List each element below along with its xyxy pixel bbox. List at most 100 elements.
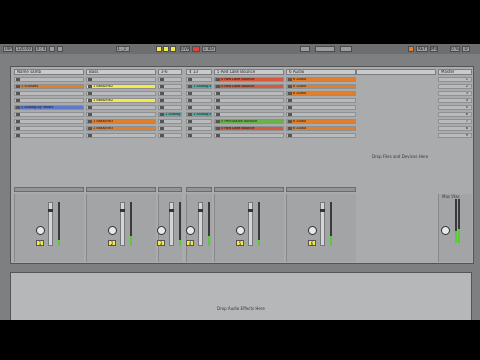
- clip-launch-icon[interactable]: [216, 92, 220, 95]
- clip-launch-icon[interactable]: [288, 106, 292, 109]
- clip-stop-button[interactable]: [186, 187, 212, 192]
- clip-launch-icon[interactable]: [16, 92, 20, 95]
- clip-launch-icon[interactable]: [288, 99, 292, 102]
- clip-slot[interactable]: 3 Analog by Yardis: [14, 105, 84, 110]
- clip-launch-icon[interactable]: [16, 120, 20, 123]
- clip-launch-icon[interactable]: [216, 120, 220, 123]
- key-button[interactable]: KEY: [416, 46, 428, 52]
- clip-launch-icon[interactable]: [188, 78, 192, 81]
- clip-slot[interactable]: 1 Analog Bass: [158, 112, 182, 117]
- pan-knob[interactable]: [236, 226, 245, 235]
- clip-launch-icon[interactable]: [160, 120, 164, 123]
- clip-launch-icon[interactable]: [88, 134, 92, 137]
- clip-slot[interactable]: [14, 91, 84, 96]
- quantize-button[interactable]: [57, 46, 63, 52]
- clip-slot[interactable]: [86, 91, 156, 96]
- clip-launch-icon[interactable]: [216, 99, 220, 102]
- scene-launch[interactable]: 8: [438, 126, 472, 131]
- clip-slot[interactable]: 5 Red Lake Bounce: [214, 84, 284, 89]
- clip-slot[interactable]: [186, 119, 212, 124]
- clip-slot[interactable]: [214, 112, 284, 117]
- clip-launch-icon[interactable]: [88, 99, 92, 102]
- time-signature[interactable]: 4 / 4: [35, 46, 47, 52]
- clip-slot[interactable]: [214, 133, 284, 138]
- clip-slot[interactable]: [14, 133, 84, 138]
- clip-slot[interactable]: [86, 112, 156, 117]
- volume-fader[interactable]: [169, 202, 174, 246]
- clip-launch-icon[interactable]: [160, 127, 164, 130]
- clip-launch-icon[interactable]: [88, 106, 92, 109]
- play-button[interactable]: [156, 46, 162, 52]
- clip-slot[interactable]: [186, 133, 212, 138]
- clip-slot[interactable]: [186, 126, 212, 131]
- clip-launch-icon[interactable]: [188, 134, 192, 137]
- clip-slot[interactable]: [14, 98, 84, 103]
- clip-launch-icon[interactable]: [216, 134, 220, 137]
- loop-position[interactable]: [315, 46, 335, 52]
- clip-launch-icon[interactable]: [16, 99, 20, 102]
- clip-launch-icon[interactable]: [216, 113, 220, 116]
- track-activator[interactable]: 5: [236, 240, 244, 246]
- clip-slot[interactable]: [158, 105, 182, 110]
- track-header-5[interactable]: 5 Red Lake Bounce: [214, 69, 284, 75]
- clip-launch-icon[interactable]: [216, 106, 220, 109]
- pan-knob[interactable]: [308, 226, 317, 235]
- master-volume-knob[interactable]: [441, 226, 450, 235]
- clip-slot[interactable]: 6 Audio: [286, 126, 356, 131]
- clip-slot[interactable]: [186, 77, 212, 82]
- bar-setting[interactable]: 1 Bar: [202, 46, 216, 52]
- clip-launch-icon[interactable]: [188, 85, 192, 88]
- clip-slot[interactable]: [214, 105, 284, 110]
- clip-launch-icon[interactable]: [288, 127, 292, 130]
- clip-launch-icon[interactable]: [288, 120, 292, 123]
- scene-launch[interactable]: 3: [438, 91, 472, 96]
- drop-files-area[interactable]: Drop Files and Devices Here: [372, 154, 428, 159]
- clip-slot[interactable]: [186, 98, 212, 103]
- track-header-3[interactable]: 3-6: [158, 69, 182, 75]
- clip-launch-icon[interactable]: [288, 134, 292, 137]
- clip-slot[interactable]: [158, 133, 182, 138]
- clip-launch-icon[interactable]: [216, 127, 220, 130]
- clip-slot[interactable]: 1 Bassline2: [86, 98, 156, 103]
- volume-fader[interactable]: [48, 202, 53, 246]
- clip-slot[interactable]: [158, 119, 182, 124]
- clip-slot[interactable]: [86, 77, 156, 82]
- track-activator[interactable]: 3: [157, 240, 165, 246]
- scene-launch[interactable]: 4: [438, 98, 472, 103]
- overdub-button[interactable]: OVR: [180, 46, 190, 52]
- track-activator[interactable]: 2: [108, 240, 116, 246]
- clip-launch-icon[interactable]: [188, 99, 192, 102]
- pan-knob[interactable]: [108, 226, 117, 235]
- pan-knob[interactable]: [157, 226, 166, 235]
- clip-stop-button[interactable]: [14, 187, 84, 192]
- drop-audio-effects-area[interactable]: Drop Audio Effects Here: [217, 306, 265, 311]
- clip-slot[interactable]: [14, 112, 84, 117]
- clip-slot[interactable]: [14, 77, 84, 82]
- pan-knob[interactable]: [186, 226, 195, 235]
- clip-launch-icon[interactable]: [160, 99, 164, 102]
- clip-launch-icon[interactable]: [288, 85, 292, 88]
- clip-slot[interactable]: [286, 105, 356, 110]
- clip-slot[interactable]: [214, 98, 284, 103]
- track-activator[interactable]: 6: [308, 240, 316, 246]
- clip-launch-icon[interactable]: [88, 85, 92, 88]
- clip-launch-icon[interactable]: [16, 106, 20, 109]
- clip-slot[interactable]: 6 Audio: [286, 84, 356, 89]
- clip-launch-icon[interactable]: [288, 113, 292, 116]
- clip-launch-icon[interactable]: [160, 106, 164, 109]
- clip-launch-icon[interactable]: [16, 113, 20, 116]
- track-activator[interactable]: 1: [36, 240, 44, 246]
- clip-launch-icon[interactable]: [160, 134, 164, 137]
- clip-launch-icon[interactable]: [160, 78, 164, 81]
- key-map-button[interactable]: [408, 46, 414, 52]
- volume-fader[interactable]: [198, 202, 203, 246]
- clip-slot[interactable]: 5 Red Lake Bounce: [214, 126, 284, 131]
- pan-knob[interactable]: [36, 226, 45, 235]
- clip-launch-icon[interactable]: [160, 85, 164, 88]
- track-activator[interactable]: 4: [186, 240, 194, 246]
- clip-slot[interactable]: [286, 112, 356, 117]
- clip-launch-icon[interactable]: [88, 120, 92, 123]
- loop-length[interactable]: 1 . 1 . 1: [116, 46, 130, 52]
- clip-launch-icon[interactable]: [160, 92, 164, 95]
- scene-launch[interactable]: 1: [438, 77, 472, 82]
